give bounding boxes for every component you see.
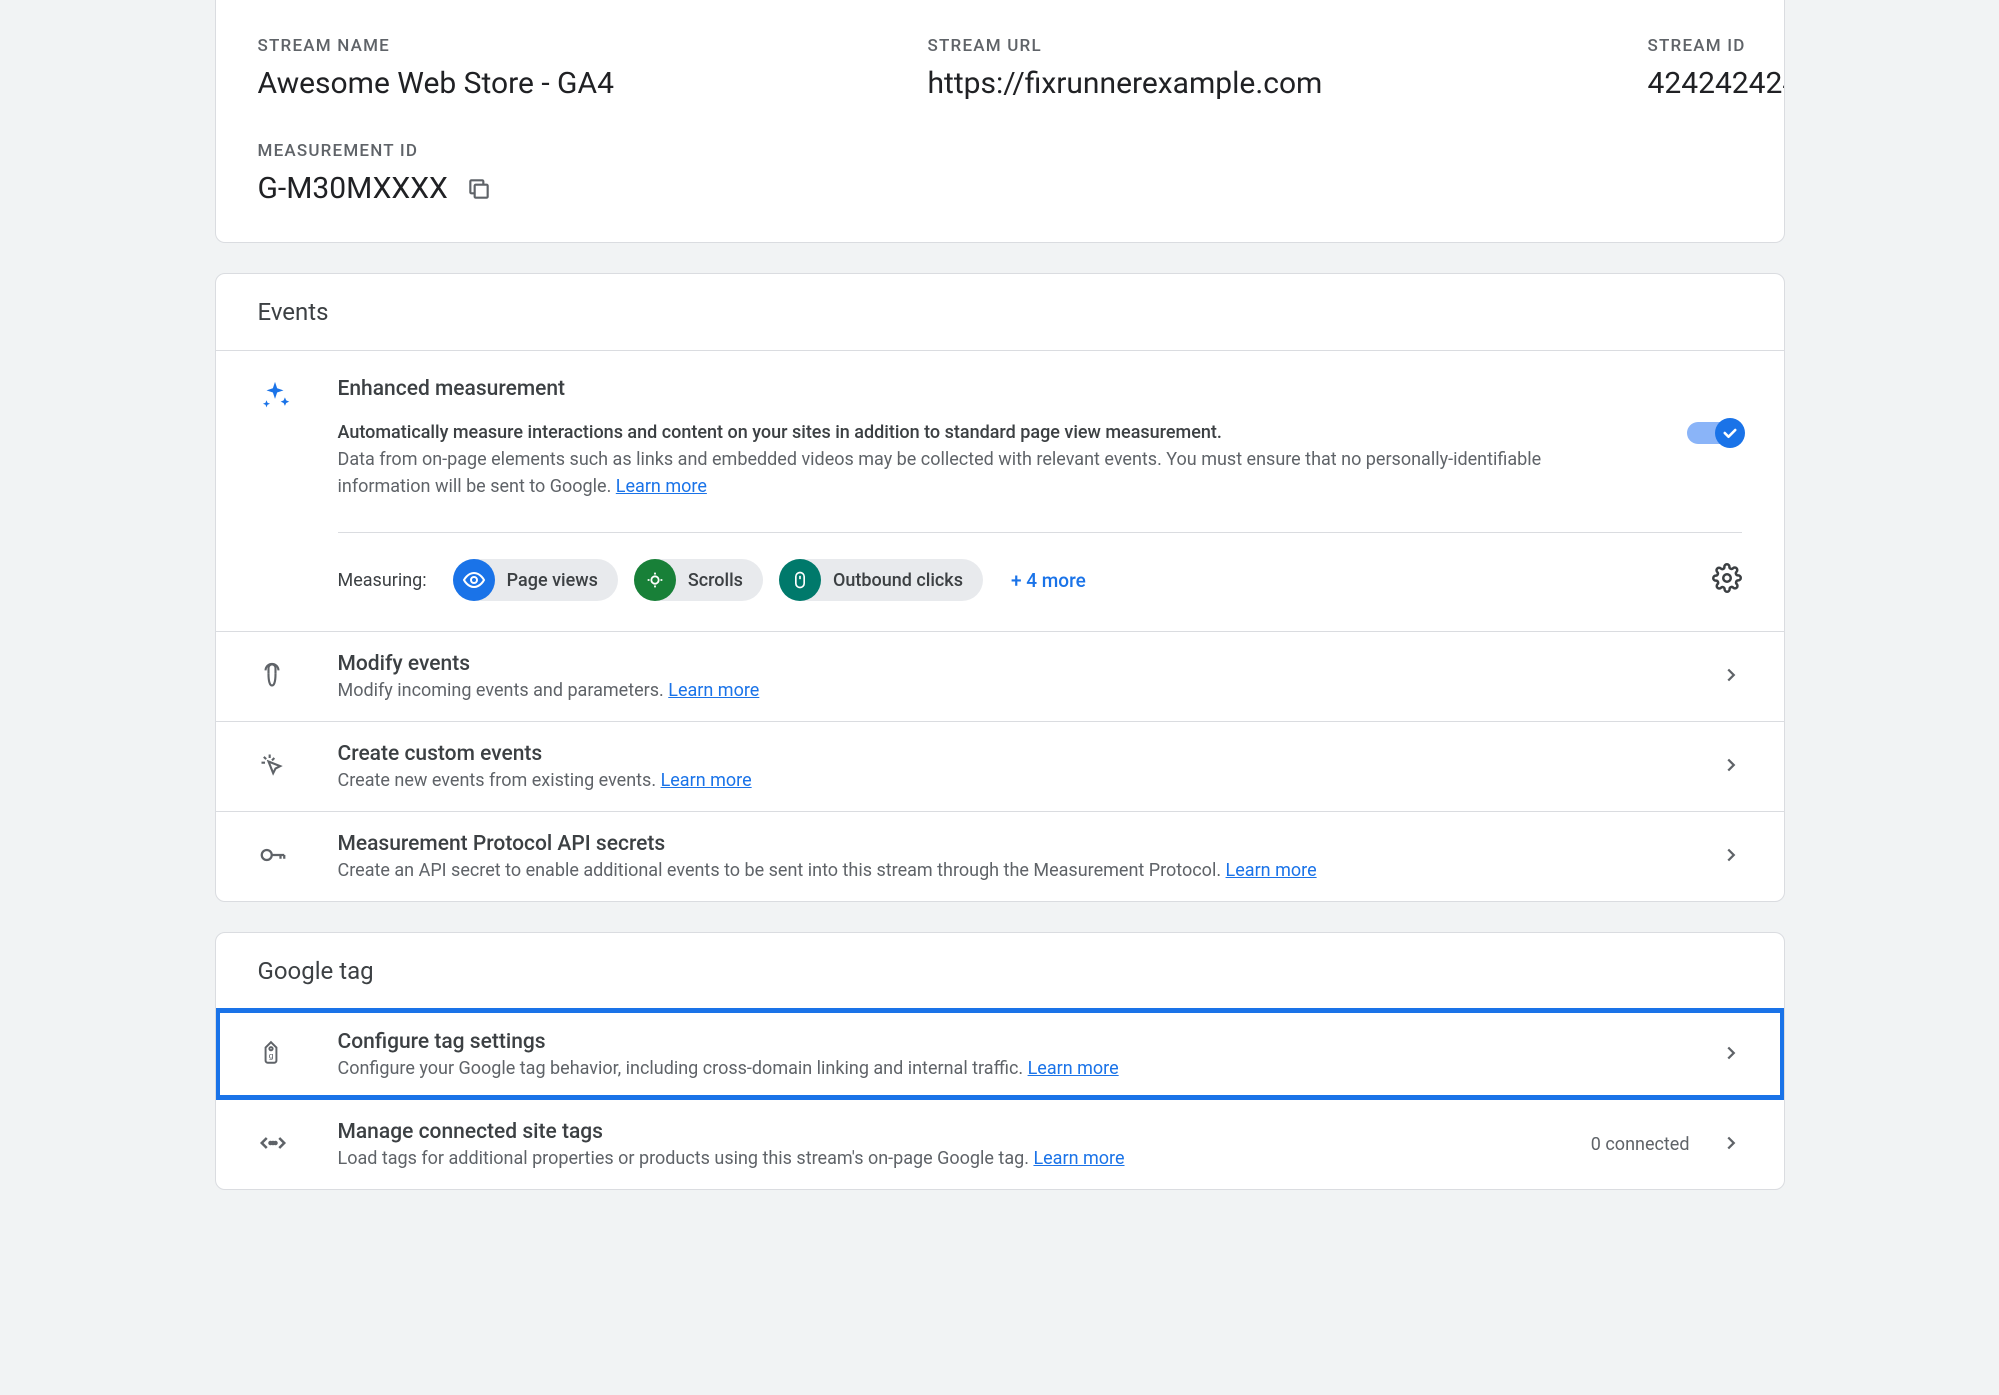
chevron-right-icon [1720,754,1742,780]
manage-site-tags-desc: Load tags for additional properties or p… [338,1148,1591,1169]
manage-site-tags-row[interactable]: Manage connected site tags Load tags for… [216,1099,1784,1189]
eye-icon [453,559,495,601]
stream-url-label: STREAM URL [928,36,1608,56]
configure-tag-settings-title: Configure tag settings [338,1030,1720,1054]
api-secrets-title: Measurement Protocol API secrets [338,832,1720,856]
configure-tag-settings-desc: Configure your Google tag behavior, incl… [338,1058,1720,1079]
svg-text:g: g [268,1051,273,1061]
chip-page-views: Page views [453,559,618,601]
measuring-label: Measuring: [338,570,427,591]
stream-id-label: STREAM ID [1648,36,1785,56]
enhanced-measurement-desc: Automatically measure interactions and c… [338,419,1568,500]
configure-tag-learn-more-link[interactable]: Learn more [1028,1058,1119,1079]
enhanced-measurement-title: Enhanced measurement [338,377,1662,401]
more-events-link[interactable]: + 4 more [1011,569,1086,592]
enhanced-measurement-toggle[interactable] [1687,422,1742,444]
stream-details-card: STREAM NAME Awesome Web Store - GA4 STRE… [215,0,1785,243]
manage-site-tags-title: Manage connected site tags [338,1120,1591,1144]
enhanced-learn-more-link[interactable]: Learn more [616,476,707,497]
sparkles-icon [258,379,292,417]
chip-page-views-label: Page views [507,570,598,591]
modify-events-learn-more-link[interactable]: Learn more [668,680,759,701]
events-section-title: Events [216,274,1784,350]
modify-events-row[interactable]: Modify events Modify incoming events and… [216,631,1784,721]
stream-name-value: Awesome Web Store - GA4 [258,66,888,101]
configure-tag-settings-row[interactable]: g Configure tag settings Configure your … [216,1009,1784,1099]
api-secrets-row[interactable]: Measurement Protocol API secrets Create … [216,811,1784,901]
gear-icon[interactable] [1712,581,1742,597]
google-tag-section-title: Google tag [216,933,1784,1009]
modify-events-title: Modify events [338,652,1720,676]
measurement-id-value: G-M30MXXXX [258,171,448,206]
chevron-right-icon [1720,1132,1742,1158]
google-tag-card: Google tag g Configure tag settings Conf… [215,932,1785,1190]
tag-icon: g [258,1040,284,1070]
measuring-block: Measuring: Page views Scrolls [338,532,1742,631]
stream-name-label: STREAM NAME [258,36,888,56]
api-secrets-learn-more-link[interactable]: Learn more [1226,860,1317,881]
touch-icon [258,661,286,693]
measurement-id-label: MEASUREMENT ID [258,141,1742,161]
scroll-icon [634,559,676,601]
stream-id-value: 424242424 [1648,66,1785,101]
chevron-right-icon [1720,844,1742,870]
create-custom-events-desc: Create new events from existing events. … [338,770,1720,791]
code-icon [258,1128,288,1162]
chip-outbound: Outbound clicks [779,559,983,601]
events-card: Events Enhanced measurement Automaticall… [215,273,1785,902]
cursor-click-icon [258,751,286,783]
connected-count: 0 connected [1591,1134,1690,1155]
modify-events-desc: Modify incoming events and parameters. L… [338,680,1720,701]
manage-site-tags-learn-more-link[interactable]: Learn more [1033,1148,1124,1169]
api-secrets-desc: Create an API secret to enable additiona… [338,860,1720,881]
enhanced-measurement-row: Enhanced measurement Automatically measu… [216,350,1784,500]
chevron-right-icon [1720,1042,1742,1068]
create-custom-events-row[interactable]: Create custom events Create new events f… [216,721,1784,811]
chip-scrolls-label: Scrolls [688,570,743,591]
key-icon [258,840,288,874]
chip-scrolls: Scrolls [634,559,763,601]
chevron-right-icon [1720,664,1742,690]
mouse-icon [779,559,821,601]
create-custom-events-title: Create custom events [338,742,1720,766]
copy-icon[interactable] [466,176,492,202]
chip-outbound-label: Outbound clicks [833,570,963,591]
stream-url-value: https://fixrunnerexample.com [928,66,1608,101]
create-custom-events-learn-more-link[interactable]: Learn more [661,770,752,791]
